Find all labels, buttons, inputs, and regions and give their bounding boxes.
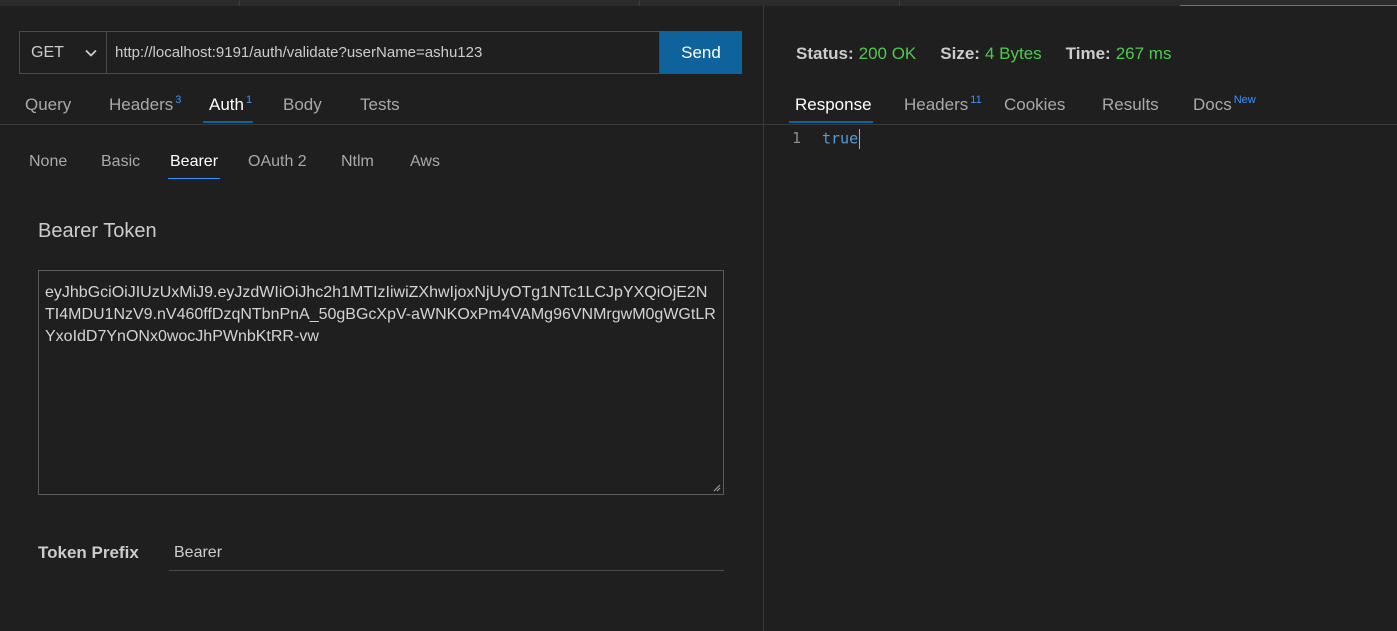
response-body-line: 1 true (792, 129, 861, 149)
tab-label: Headers (109, 95, 174, 114)
tab-label: Cookies (1004, 95, 1066, 114)
time-value: 267 ms (1115, 44, 1172, 63)
auth-tab-indicator (168, 178, 220, 179)
method-select[interactable]: GET (19, 31, 107, 74)
resize-handle-icon[interactable] (712, 483, 721, 492)
bearer-token-textarea[interactable]: eyJhbGciOiJIUzUxMiJ9.eyJzdWIiOiJhc2h1MTI… (38, 270, 724, 495)
token-prefix-value: Bearer (174, 544, 223, 561)
tab-label: Tests (360, 95, 400, 114)
tab-label: Body (283, 95, 322, 114)
tab-label: Results (1102, 95, 1159, 114)
tab-label: Docs (1193, 95, 1232, 114)
request-panel: GET http://localhost:9191/auth/validate?… (0, 6, 763, 631)
status-value: 200 OK (858, 44, 917, 63)
url-bar: GET http://localhost:9191/auth/validate?… (19, 31, 742, 74)
tab-badge: New (1233, 94, 1256, 106)
size-label: Size: (940, 44, 980, 63)
bearer-token-heading: Bearer Token (38, 220, 157, 242)
tab-badge: 1 (245, 94, 253, 106)
token-prefix-label: Token Prefix (38, 543, 139, 562)
size-value: 4 Bytes (984, 44, 1042, 63)
auth-tab-none[interactable]: None (29, 153, 67, 171)
status-label: Status: (796, 44, 854, 63)
tab-badge: 11 (970, 94, 982, 106)
response-panel: Status: 200 OK Size: 4 Bytes Time: 267 m… (764, 6, 1397, 631)
tab-label: Headers (904, 95, 969, 114)
tab-tests[interactable]: Tests (360, 95, 400, 115)
auth-tab-aws[interactable]: Aws (410, 153, 440, 171)
tab-divider (764, 124, 1397, 125)
tab-label: Auth (209, 95, 244, 114)
tab-headers[interactable]: Headers 3 (109, 94, 182, 115)
method-value: GET (31, 43, 64, 61)
text-cursor (859, 129, 861, 149)
response-status-bar: Status: 200 OK Size: 4 Bytes Time: 267 m… (796, 44, 1195, 64)
tab-badge: 3 (175, 94, 182, 106)
auth-tab-oauth2[interactable]: OAuth 2 (248, 153, 307, 171)
tab-query[interactable]: Query (25, 95, 71, 115)
send-button[interactable]: Send (660, 31, 742, 74)
auth-tab-bearer[interactable]: Bearer (170, 153, 218, 171)
active-tab-indicator (789, 121, 873, 123)
auth-tab-basic[interactable]: Basic (101, 153, 140, 171)
token-prefix-input[interactable]: Bearer (169, 536, 724, 571)
tab-divider (0, 124, 763, 125)
url-input[interactable]: http://localhost:9191/auth/validate?user… (107, 31, 660, 74)
bearer-token-value: eyJhbGciOiJIUzUxMiJ9.eyJzdWIiOiJhc2h1MTI… (45, 284, 716, 345)
tab-auth[interactable]: Auth 1 (209, 94, 253, 115)
tab-docs[interactable]: Docs New (1193, 94, 1256, 115)
tab-label: Response (795, 95, 872, 114)
auth-tab-ntlm[interactable]: Ntlm (341, 153, 374, 171)
response-body-value[interactable]: true (822, 129, 861, 149)
line-number: 1 (792, 129, 802, 147)
tab-cookies[interactable]: Cookies (1004, 95, 1065, 115)
chevron-down-icon (85, 49, 97, 57)
response-body-text: true (822, 129, 859, 148)
tab-body[interactable]: Body (283, 95, 322, 115)
tab-response-headers[interactable]: Headers 11 (904, 94, 982, 115)
tab-response[interactable]: Response (795, 95, 872, 115)
time-label: Time: (1065, 44, 1111, 63)
tab-label: Query (25, 95, 72, 114)
active-tab-indicator (203, 121, 253, 123)
tab-results[interactable]: Results (1102, 95, 1159, 115)
